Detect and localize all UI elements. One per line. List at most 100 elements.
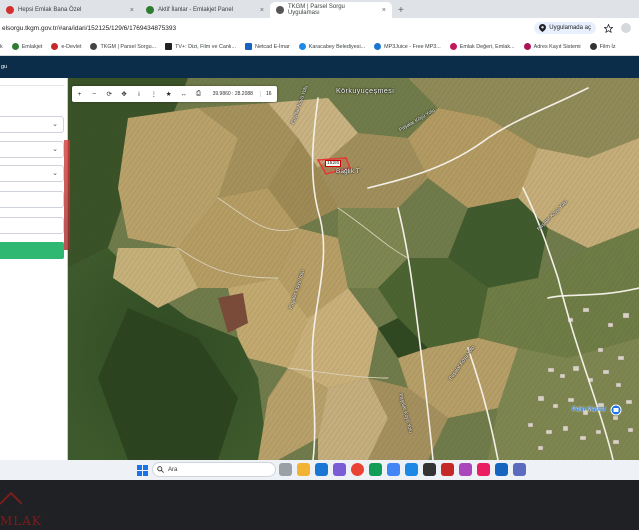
panel-header — [0, 78, 64, 86]
bookmark-star-icon[interactable] — [604, 23, 613, 33]
tab-close-icon[interactable]: × — [130, 7, 134, 14]
tab-favicon-icon — [276, 6, 284, 14]
profile-avatar[interactable] — [621, 23, 631, 33]
satellite-imagery[interactable] — [68, 78, 639, 460]
outlook-icon[interactable] — [405, 463, 418, 476]
url-text[interactable]: elsorgu.tkgm.gov.tr/#ara/idari/152125/12… — [0, 25, 176, 32]
bookmark-label: TV+: Dizi, Film ve Canlı... — [175, 43, 237, 50]
watermark-text: MLAK — [0, 514, 42, 528]
search-icon — [157, 466, 164, 473]
province-select[interactable]: ⌄ — [0, 116, 64, 133]
satellite-map[interactable]: Körkuyuçeşmesi Bağlık T Paşalar Köyü Yol… — [68, 78, 639, 460]
measure-icon[interactable]: ⋮ — [146, 90, 161, 98]
search-placeholder: Ara — [168, 466, 178, 473]
bookmark-item[interactable]: Emlakjet — [11, 43, 42, 50]
bookmark-label: e-Devlet — [61, 43, 82, 50]
edevlet-icon — [51, 43, 59, 50]
chrome-icon[interactable] — [351, 463, 364, 476]
word-icon[interactable] — [495, 463, 508, 476]
tab-hepsi-emlak[interactable]: Hepsi Emlak Bana Özel × — [0, 2, 140, 18]
open-in-app-label: Uygulamada aç — [549, 25, 591, 31]
store-icon[interactable] — [369, 463, 382, 476]
edge-browser-icon[interactable] — [315, 463, 328, 476]
bookmark-item[interactable]: Emlak Değeri, Emlak... — [449, 43, 515, 50]
map-label-korkuyucesmesi: Körkuyuçeşmesi — [336, 88, 395, 95]
mail-icon[interactable] — [387, 463, 400, 476]
tvplus-icon — [165, 43, 173, 50]
location-pin-icon — [539, 24, 547, 32]
bookmark-item[interactable]: Adres Kayıt Sistemi — [523, 43, 581, 50]
query-panel: ⌄ ⌄ ⌄ MLAK — [0, 78, 68, 528]
parcel-input[interactable] — [0, 217, 64, 234]
copilot-icon[interactable] — [333, 463, 346, 476]
karacabey-icon — [298, 43, 306, 50]
emlakjet-icon — [11, 43, 19, 50]
bookmark-item[interactable]: Film İz — [589, 43, 616, 50]
distance-icon[interactable]: ↔ — [176, 91, 191, 98]
app-icon[interactable] — [441, 463, 454, 476]
taskbar-search-input[interactable]: Ara — [152, 462, 276, 477]
map-label-baglik: Bağlık T — [336, 168, 360, 175]
zoom-out-button[interactable]: − — [87, 91, 102, 98]
tab-emlakjet-panel[interactable]: Aktif İlanlar - Emlakjet Panel × — [140, 2, 270, 18]
tkgm-icon — [90, 43, 98, 50]
site-title: gu — [1, 64, 8, 70]
bookmark-item[interactable]: TV+: Dizi, Film ve Canlı... — [165, 43, 236, 50]
bookmark-item[interactable]: MP3Juice - Free MP3... — [374, 43, 441, 50]
open-in-app-chip[interactable]: Uygulamada aç — [534, 22, 596, 34]
map-toolbar: + − ⟳ ✥ i ⋮ ★ ↔ ⎙ 39.9860 : 28.2088 16 — [72, 86, 277, 102]
tab-close-icon[interactable]: × — [260, 7, 264, 14]
bookmark-label: Netcad E-İmar — [255, 43, 290, 50]
bookmark-label: MP3Juice - Free MP3... — [384, 43, 441, 50]
panel-edge-stripe — [64, 140, 70, 250]
coordinate-readout: 39.9860 : 28.2088 — [212, 91, 253, 97]
agency-watermark: MLAK — [0, 490, 60, 530]
netcad-icon — [245, 43, 253, 50]
chevron-down-icon: ⌄ — [52, 146, 58, 153]
parcel-label[interactable]: 152/6 — [325, 160, 342, 167]
district-select[interactable]: ⌄ — [0, 141, 64, 158]
tab-tkgm-parsel[interactable]: TKGM | Parsel Sorgu Uygulaması × — [270, 2, 392, 18]
tab-favicon-icon — [6, 6, 14, 14]
zoom-level-readout: 16 — [259, 91, 277, 97]
browser-tab-strip: Hepsi Emlak Bana Özel × Aktif İlanlar - … — [0, 0, 639, 18]
mp3juice-icon — [374, 43, 382, 50]
tab-title: TKGM | Parsel Sorgu Uygulaması — [287, 4, 345, 16]
bookmark-label: Karacabey Belediyesi... — [308, 43, 366, 50]
locate-icon[interactable]: ✥ — [117, 90, 132, 98]
site-header: gu — [0, 56, 639, 78]
windows-start-icon[interactable] — [137, 465, 148, 476]
info-icon[interactable]: i — [132, 91, 147, 98]
zoom-in-button[interactable]: + — [72, 91, 87, 98]
block-input[interactable] — [0, 191, 64, 208]
bookmark-item[interactable]: e-Devlet — [51, 43, 81, 50]
app-icon[interactable] — [513, 463, 526, 476]
bookmark-item[interactable]: Netcad E-İmar — [245, 43, 290, 50]
print-icon[interactable]: ⎙ — [191, 90, 206, 98]
file-explorer-icon[interactable] — [297, 463, 310, 476]
tab-favicon-icon — [146, 6, 154, 14]
bookmarks-bar: k Emlakjet e-Devlet TKGM | Parsel Sorgu.… — [0, 38, 639, 56]
bookmark-label: k — [0, 43, 3, 50]
app-icon[interactable] — [477, 463, 490, 476]
favorite-star-icon[interactable]: ★ — [161, 90, 176, 98]
task-view-icon[interactable] — [279, 463, 292, 476]
bookmark-item[interactable]: TKGM | Parsel Sorgu... — [90, 43, 156, 50]
query-button[interactable] — [0, 242, 64, 259]
tab-title: Aktif İlanlar - Emlakjet Panel — [158, 7, 234, 13]
refresh-icon[interactable]: ⟳ — [102, 90, 117, 98]
new-tab-button[interactable]: + — [392, 5, 410, 18]
bookmark-label: Emlak Değeri, Emlak... — [459, 43, 515, 50]
bookmark-label: TKGM | Parsel Sorgu... — [100, 43, 157, 50]
shopping-bag-icon — [613, 408, 619, 412]
neighborhood-select[interactable]: ⌄ — [0, 165, 64, 182]
bookmark-item[interactable]: k — [0, 44, 3, 50]
tab-close-icon[interactable]: × — [382, 7, 386, 14]
bookmark-item[interactable]: Karacabey Belediyesi... — [298, 43, 366, 50]
bookmark-label: Adres Kayıt Sistemi — [533, 43, 581, 50]
map-label-pelin-market[interactable]: Pelin Market — [572, 407, 605, 413]
media-icon[interactable] — [423, 463, 436, 476]
app-icon[interactable] — [459, 463, 472, 476]
address-bar[interactable]: elsorgu.tkgm.gov.tr/#ara/idari/152125/12… — [0, 18, 639, 38]
chevron-down-icon: ⌄ — [52, 170, 58, 177]
